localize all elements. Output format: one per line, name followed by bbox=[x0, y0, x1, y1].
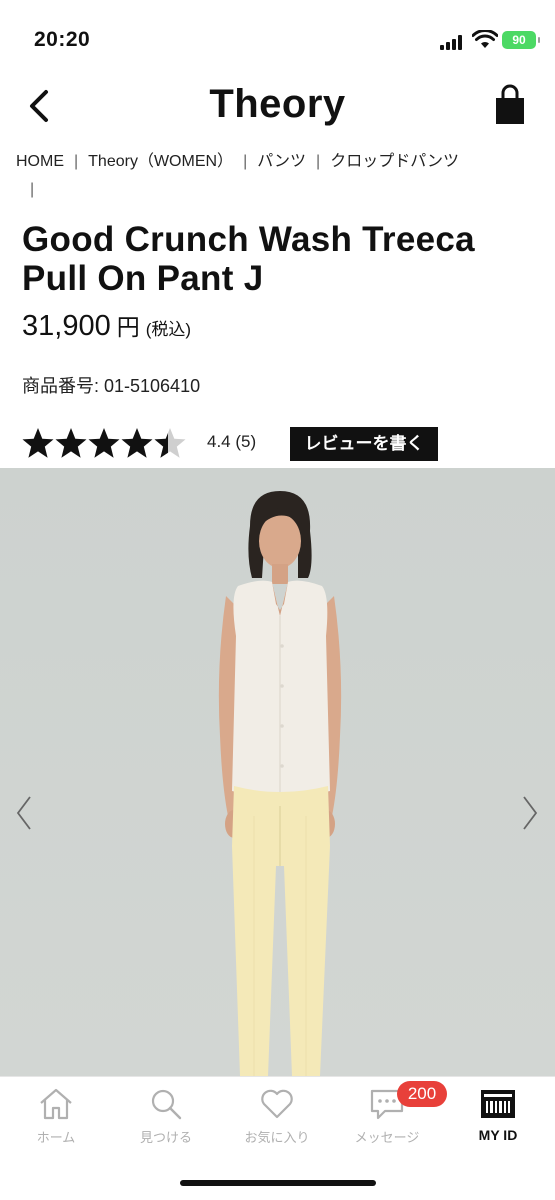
breadcrumb-item[interactable]: HOME bbox=[16, 153, 64, 170]
price-value: 31,900 bbox=[22, 310, 111, 342]
breadcrumb-item[interactable]: Theory（WOMEN） bbox=[88, 153, 233, 170]
tab-home[interactable]: ホーム bbox=[6, 1087, 106, 1157]
brand-logo[interactable]: Theory bbox=[0, 82, 555, 127]
breadcrumb: HOME | Theory（WOMEN） | パンツ | クロップドパンツ | bbox=[16, 148, 541, 204]
breadcrumb-item[interactable]: クロップドパンツ bbox=[330, 153, 459, 170]
product-image[interactable] bbox=[0, 468, 555, 1076]
battery-indicator: 90 bbox=[502, 31, 540, 49]
price-tax-note: (税込) bbox=[145, 320, 192, 339]
product-title: Good Crunch Wash Treeca Pull On Pant J bbox=[22, 220, 475, 298]
rating-summary: 4.4 (5) bbox=[207, 432, 257, 451]
search-icon bbox=[151, 1089, 182, 1120]
breadcrumb-item[interactable]: パンツ bbox=[257, 153, 306, 170]
rating-row: 4.4 (5) レビューを書く bbox=[22, 424, 542, 464]
price-unit: 円 bbox=[116, 314, 140, 340]
signal-icon bbox=[440, 34, 466, 50]
model-photo bbox=[218, 491, 342, 1076]
tab-my-id[interactable]: MY ID bbox=[448, 1087, 548, 1157]
chevron-left-icon[interactable] bbox=[14, 793, 34, 833]
home-indicator bbox=[180, 1180, 376, 1186]
heart-icon bbox=[261, 1089, 293, 1119]
tab-label: メッセージ bbox=[354, 1130, 420, 1145]
nav-bar: Theory bbox=[0, 70, 555, 142]
write-review-button[interactable]: レビューを書く bbox=[290, 427, 438, 461]
tab-search[interactable]: 見つける bbox=[116, 1087, 216, 1157]
chevron-right-icon[interactable] bbox=[520, 793, 540, 833]
product-price: 31,900 円 (税込) bbox=[22, 308, 191, 343]
message-count-badge: 200 bbox=[397, 1081, 447, 1107]
barcode-card-icon bbox=[481, 1090, 515, 1118]
tab-label: ホーム bbox=[36, 1130, 76, 1145]
breadcrumb-separator: | bbox=[74, 153, 79, 170]
status-bar: 20:20 90 bbox=[0, 0, 555, 70]
product-sku: 商品番号: 01-5106410 bbox=[22, 376, 201, 396]
tab-label: 見つける bbox=[139, 1130, 192, 1145]
wifi-icon bbox=[472, 30, 498, 48]
home-icon bbox=[40, 1088, 72, 1120]
status-time: 20:20 bbox=[34, 28, 91, 51]
tab-label: お気に入り bbox=[244, 1130, 310, 1145]
breadcrumb-separator: | bbox=[243, 153, 248, 170]
star-rating-icon[interactable] bbox=[22, 426, 187, 460]
breadcrumb-separator: | bbox=[30, 181, 35, 198]
tab-favorites[interactable]: お気に入り bbox=[227, 1087, 327, 1157]
tab-messages[interactable]: メッセージ 200 bbox=[337, 1081, 447, 1157]
tab-label: MY ID bbox=[478, 1127, 518, 1143]
breadcrumb-separator: | bbox=[316, 153, 321, 170]
shopping-bag-icon[interactable] bbox=[492, 84, 528, 128]
tab-bar: ホーム 見つける お気に入り メッセージ 200 MY ID bbox=[0, 1076, 555, 1200]
